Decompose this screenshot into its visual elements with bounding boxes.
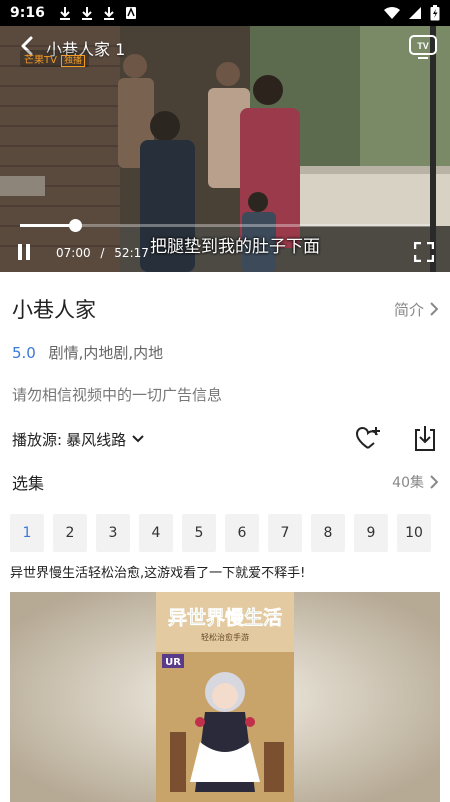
episode-button[interactable]: 7 — [268, 514, 302, 552]
chevron-down-icon — [132, 435, 144, 443]
episodes-count-link[interactable]: 40集 — [392, 472, 438, 492]
show-title: 小巷人家 — [12, 298, 96, 322]
time-separator: / — [100, 246, 105, 260]
ad-banner[interactable]: 异世界慢生活 轻松治愈手游 UR — [10, 592, 440, 802]
wifi-icon — [384, 6, 400, 20]
episode-button[interactable]: 8 — [311, 514, 345, 552]
channel-logo: 芒果TV 独播 — [20, 50, 89, 67]
duration: 52:17 — [114, 246, 149, 260]
source-row: 播放源: 暴风线路 — [12, 424, 438, 454]
download-icon[interactable] — [412, 424, 438, 452]
episodes-title: 选集 — [12, 474, 45, 493]
ad-notice: 请勿相信视频中的一切广告信息 — [12, 386, 223, 404]
poster-subtitle: 轻松治愈手游 — [201, 632, 249, 642]
episode-button[interactable]: 10 — [397, 514, 431, 552]
episode-list: 1 2 3 4 5 6 7 8 9 10 — [10, 514, 431, 552]
episode-button[interactable]: 9 — [354, 514, 388, 552]
download-icon — [81, 7, 92, 20]
episodes-header: 选集 40集 — [12, 470, 438, 494]
chevron-right-icon — [430, 302, 438, 316]
progress-fill — [20, 224, 75, 227]
title-row: 小巷人家 简介 — [12, 294, 438, 324]
intro-label: 简介 — [393, 300, 424, 319]
episodes-count: 40集 — [392, 475, 424, 491]
episode-button[interactable]: 1 — [10, 514, 44, 552]
episode-button[interactable]: 6 — [225, 514, 259, 552]
meta-row: 5.0 剧情,内地剧,内地 — [12, 342, 163, 363]
source-label: 播放源: — [12, 430, 63, 449]
status-time: 9:16 — [10, 5, 45, 21]
timecode: 07:00 / 52:17 — [56, 246, 149, 260]
video-player[interactable]: 小巷人家 1 芒果TV 独播 TV 把腿垫到我的肚子下面 07:00 / 52:1… — [0, 26, 450, 272]
download-icon — [103, 7, 114, 20]
favorite-add-icon[interactable] — [354, 424, 382, 452]
episode-button[interactable]: 3 — [96, 514, 130, 552]
rating: 5.0 — [12, 344, 36, 362]
download-icon — [59, 7, 70, 20]
logo-text: 芒果TV — [24, 55, 57, 66]
current-time: 07:00 — [56, 246, 91, 260]
svg-text:TV: TV — [417, 41, 429, 51]
status-bar: 9:16 — [0, 0, 450, 26]
source-value: 暴风线路 — [66, 430, 127, 449]
episode-button[interactable]: 2 — [53, 514, 87, 552]
genres: 剧情,内地剧,内地 — [48, 344, 164, 362]
ad-caption[interactable]: 异世界慢生活轻松治愈,这游戏看了一下就爱不释手! — [10, 562, 305, 581]
logo-tag: 独播 — [60, 55, 85, 67]
intro-link[interactable]: 简介 — [394, 299, 438, 320]
fullscreen-icon[interactable] — [414, 242, 434, 262]
app-icon — [125, 7, 136, 19]
source-dropdown[interactable]: 暴风线路 — [66, 429, 144, 450]
episode-button[interactable]: 5 — [182, 514, 216, 552]
battery-icon — [430, 5, 440, 21]
progress-bar[interactable] — [20, 219, 430, 232]
progress-thumb[interactable] — [68, 219, 82, 232]
ad-poster-image: 异世界慢生活 轻松治愈手游 UR — [10, 592, 440, 802]
poster-badge: UR — [165, 657, 181, 668]
cast-tv-icon[interactable]: TV — [408, 34, 438, 60]
chevron-right-icon — [430, 475, 438, 489]
signal-icon — [409, 7, 421, 19]
episode-button[interactable]: 4 — [139, 514, 173, 552]
pause-icon[interactable] — [16, 244, 32, 260]
poster-title: 异世界慢生活 — [168, 606, 282, 629]
